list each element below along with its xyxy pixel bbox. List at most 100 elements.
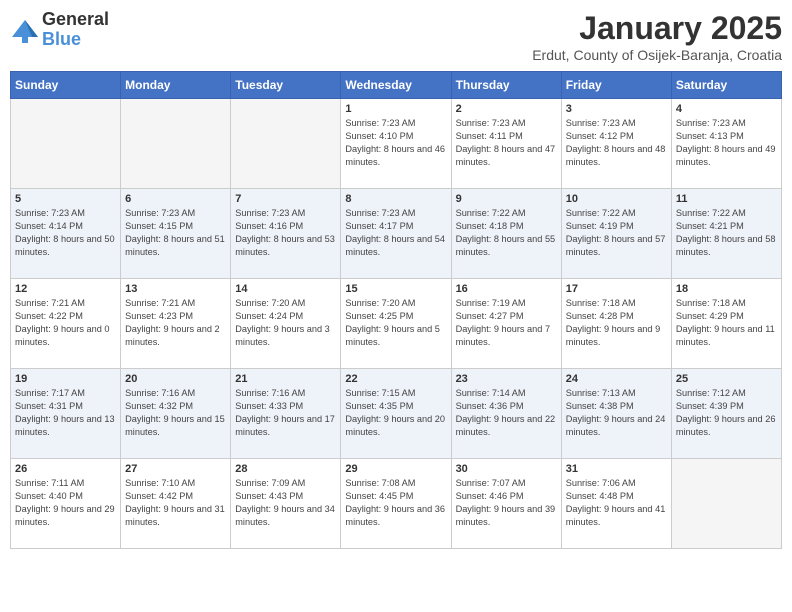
month-title: January 2025 — [532, 10, 782, 47]
title-block: January 2025 Erdut, County of Osijek-Bar… — [532, 10, 782, 63]
calendar-week-row: 19 Sunrise: 7:17 AM Sunset: 4:31 PM Dayli… — [11, 369, 782, 459]
calendar-cell: 9 Sunrise: 7:22 AM Sunset: 4:18 PM Daylig… — [451, 189, 561, 279]
calendar-cell: 29Sunrise: 7:08 AM Sunset: 4:45 PM Dayli… — [341, 459, 451, 549]
day-info: Sunrise: 7:18 AM Sunset: 4:28 PM Dayligh… — [566, 297, 667, 349]
page-header: General Blue January 2025 Erdut, County … — [10, 10, 782, 63]
calendar-cell: 12 Sunrise: 7:21 AM Sunset: 4:22 PM Dayli… — [11, 279, 121, 369]
day-number: 7 — [235, 193, 336, 205]
day-number: 26 — [15, 463, 116, 475]
day-info: Sunrise: 7:17 AM Sunset: 4:31 PM Dayligh… — [15, 387, 116, 439]
day-info: Sunrise: 7:19 AM Sunset: 4:27 PM Dayligh… — [456, 297, 557, 349]
calendar-cell: 22Sunrise: 7:15 AM Sunset: 4:35 PM Dayli… — [341, 369, 451, 459]
day-number: 23 — [456, 373, 557, 385]
calendar-cell: 31Sunrise: 7:06 AM Sunset: 4:48 PM Dayli… — [561, 459, 671, 549]
day-info: Sunrise: 7:23 AM Sunset: 4:17 PM Dayligh… — [345, 207, 446, 259]
day-info: Sunrise: 7:11 AM Sunset: 4:40 PM Dayligh… — [15, 477, 116, 529]
day-number: 3 — [566, 103, 667, 115]
day-info: Sunrise: 7:12 AM Sunset: 4:39 PM Dayligh… — [676, 387, 777, 439]
day-number: 20 — [125, 373, 226, 385]
day-info: Sunrise: 7:23 AM Sunset: 4:11 PM Dayligh… — [456, 117, 557, 169]
day-number: 16 — [456, 283, 557, 295]
day-number: 30 — [456, 463, 557, 475]
logo: General Blue — [10, 10, 109, 50]
day-info: Sunrise: 7:23 AM Sunset: 4:13 PM Dayligh… — [676, 117, 777, 169]
calendar-cell — [231, 99, 341, 189]
location-title: Erdut, County of Osijek-Baranja, Croatia — [532, 47, 782, 63]
day-number: 22 — [345, 373, 446, 385]
calendar-cell: 17 Sunrise: 7:18 AM Sunset: 4:28 PM Dayli… — [561, 279, 671, 369]
day-number: 4 — [676, 103, 777, 115]
day-info: Sunrise: 7:23 AM Sunset: 4:12 PM Dayligh… — [566, 117, 667, 169]
calendar-cell — [671, 459, 781, 549]
logo-text: General Blue — [42, 10, 109, 50]
day-number: 2 — [456, 103, 557, 115]
day-info: Sunrise: 7:20 AM Sunset: 4:25 PM Dayligh… — [345, 297, 446, 349]
day-info: Sunrise: 7:22 AM Sunset: 4:21 PM Dayligh… — [676, 207, 777, 259]
calendar-cell: 11 Sunrise: 7:22 AM Sunset: 4:21 PM Dayli… — [671, 189, 781, 279]
day-number: 27 — [125, 463, 226, 475]
calendar-cell: 23 Sunrise: 7:14 AM Sunset: 4:36 PM Dayli… — [451, 369, 561, 459]
day-number: 8 — [345, 193, 446, 205]
day-info: Sunrise: 7:09 AM Sunset: 4:43 PM Dayligh… — [235, 477, 336, 529]
day-info: Sunrise: 7:13 AM Sunset: 4:38 PM Dayligh… — [566, 387, 667, 439]
calendar-week-row: 5Sunrise: 7:23 AM Sunset: 4:14 PM Daylig… — [11, 189, 782, 279]
calendar-cell: 20 Sunrise: 7:16 AM Sunset: 4:32 PM Dayli… — [121, 369, 231, 459]
day-number: 21 — [235, 373, 336, 385]
calendar-cell: 4 Sunrise: 7:23 AM Sunset: 4:13 PM Daylig… — [671, 99, 781, 189]
day-number: 15 — [345, 283, 446, 295]
day-info: Sunrise: 7:21 AM Sunset: 4:23 PM Dayligh… — [125, 297, 226, 349]
calendar-cell: 13 Sunrise: 7:21 AM Sunset: 4:23 PM Dayli… — [121, 279, 231, 369]
calendar-cell: 8 Sunrise: 7:23 AM Sunset: 4:17 PM Daylig… — [341, 189, 451, 279]
day-number: 9 — [456, 193, 557, 205]
day-number: 10 — [566, 193, 667, 205]
day-number: 1 — [345, 103, 446, 115]
calendar-week-row: 12 Sunrise: 7:21 AM Sunset: 4:22 PM Dayli… — [11, 279, 782, 369]
calendar-cell: 15 Sunrise: 7:20 AM Sunset: 4:25 PM Dayli… — [341, 279, 451, 369]
day-info: Sunrise: 7:07 AM Sunset: 4:46 PM Dayligh… — [456, 477, 557, 529]
day-number: 13 — [125, 283, 226, 295]
day-info: Sunrise: 7:14 AM Sunset: 4:36 PM Dayligh… — [456, 387, 557, 439]
calendar: SundayMondayTuesdayWednesdayThursdayFrid… — [10, 71, 782, 549]
day-info: Sunrise: 7:18 AM Sunset: 4:29 PM Dayligh… — [676, 297, 777, 349]
day-number: 14 — [235, 283, 336, 295]
day-info: Sunrise: 7:16 AM Sunset: 4:32 PM Dayligh… — [125, 387, 226, 439]
day-number: 19 — [15, 373, 116, 385]
weekday-header: Tuesday — [231, 72, 341, 99]
weekday-header-row: SundayMondayTuesdayWednesdayThursdayFrid… — [11, 72, 782, 99]
calendar-week-row: 1Sunrise: 7:23 AM Sunset: 4:10 PM Daylig… — [11, 99, 782, 189]
calendar-cell: 24 Sunrise: 7:13 AM Sunset: 4:38 PM Dayli… — [561, 369, 671, 459]
calendar-week-row: 26 Sunrise: 7:11 AM Sunset: 4:40 PM Dayli… — [11, 459, 782, 549]
day-info: Sunrise: 7:16 AM Sunset: 4:33 PM Dayligh… — [235, 387, 336, 439]
day-info: Sunrise: 7:21 AM Sunset: 4:22 PM Dayligh… — [15, 297, 116, 349]
calendar-cell: 30 Sunrise: 7:07 AM Sunset: 4:46 PM Dayli… — [451, 459, 561, 549]
day-info: Sunrise: 7:23 AM Sunset: 4:14 PM Dayligh… — [15, 207, 116, 259]
calendar-cell: 14Sunrise: 7:20 AM Sunset: 4:24 PM Dayli… — [231, 279, 341, 369]
day-number: 29 — [345, 463, 446, 475]
calendar-cell: 1Sunrise: 7:23 AM Sunset: 4:10 PM Daylig… — [341, 99, 451, 189]
logo-general: General — [42, 10, 109, 30]
day-number: 24 — [566, 373, 667, 385]
calendar-cell — [121, 99, 231, 189]
day-number: 25 — [676, 373, 777, 385]
weekday-header: Wednesday — [341, 72, 451, 99]
weekday-header: Friday — [561, 72, 671, 99]
day-number: 31 — [566, 463, 667, 475]
logo-blue: Blue — [42, 30, 109, 50]
calendar-cell: 6Sunrise: 7:23 AM Sunset: 4:15 PM Daylig… — [121, 189, 231, 279]
day-number: 11 — [676, 193, 777, 205]
calendar-cell: 19 Sunrise: 7:17 AM Sunset: 4:31 PM Dayli… — [11, 369, 121, 459]
day-info: Sunrise: 7:10 AM Sunset: 4:42 PM Dayligh… — [125, 477, 226, 529]
calendar-cell: 18Sunrise: 7:18 AM Sunset: 4:29 PM Dayli… — [671, 279, 781, 369]
day-number: 17 — [566, 283, 667, 295]
logo-icon — [10, 15, 40, 45]
calendar-cell: 16 Sunrise: 7:19 AM Sunset: 4:27 PM Dayli… — [451, 279, 561, 369]
calendar-cell: 2 Sunrise: 7:23 AM Sunset: 4:11 PM Daylig… — [451, 99, 561, 189]
day-info: Sunrise: 7:22 AM Sunset: 4:19 PM Dayligh… — [566, 207, 667, 259]
weekday-header: Sunday — [11, 72, 121, 99]
day-number: 28 — [235, 463, 336, 475]
weekday-header: Monday — [121, 72, 231, 99]
calendar-cell: 5Sunrise: 7:23 AM Sunset: 4:14 PM Daylig… — [11, 189, 121, 279]
day-number: 12 — [15, 283, 116, 295]
day-info: Sunrise: 7:23 AM Sunset: 4:15 PM Dayligh… — [125, 207, 226, 259]
day-info: Sunrise: 7:22 AM Sunset: 4:18 PM Dayligh… — [456, 207, 557, 259]
